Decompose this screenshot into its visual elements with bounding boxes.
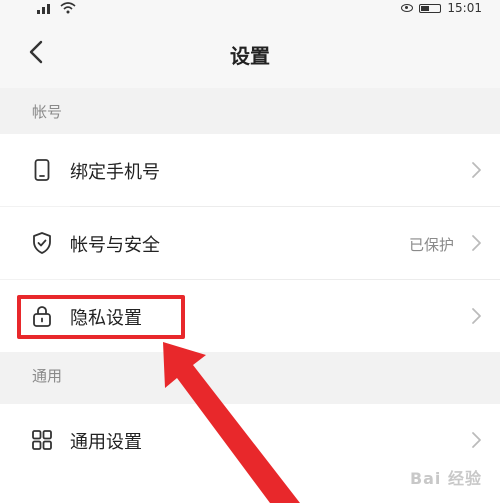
battery-icon [419,3,442,13]
status-bar: 15:01 [0,0,500,16]
chevron-right-icon [472,432,481,448]
settings-item-label: 帐号与安全 [70,235,160,256]
wifi-icon [60,2,76,14]
settings-item-label: 绑定手机号 [70,162,160,183]
chevron-right-icon [472,162,481,178]
grid-icon [32,430,52,450]
status-icons-left [36,0,76,16]
watermark: Bai 经验 [409,469,482,488]
section-header-account: 帐号 [0,88,500,134]
status-time: 15:01 [447,1,482,15]
page-title: 设置 [230,44,270,68]
shield-check-icon [33,232,51,254]
status-icons-right: 15:01 [401,0,482,16]
section-header-general: 通用 [0,352,500,398]
phone-icon [34,159,50,181]
settings-item-account-security[interactable]: 帐号与安全 已保护 [0,207,500,279]
navigation-header: 设置 [0,16,500,88]
settings-item-label: 通用设置 [70,432,142,453]
section-header-label: 帐号 [32,103,63,121]
section-header-label: 通用 [32,367,63,385]
eye-icon [401,4,414,12]
status-value: 已保护 [408,236,454,254]
chevron-right-icon [472,235,481,251]
highlight-box [17,295,185,339]
settings-item-bind-phone[interactable]: 绑定手机号 [0,134,500,206]
signal-icon [37,4,50,14]
chevron-right-icon [472,308,481,324]
